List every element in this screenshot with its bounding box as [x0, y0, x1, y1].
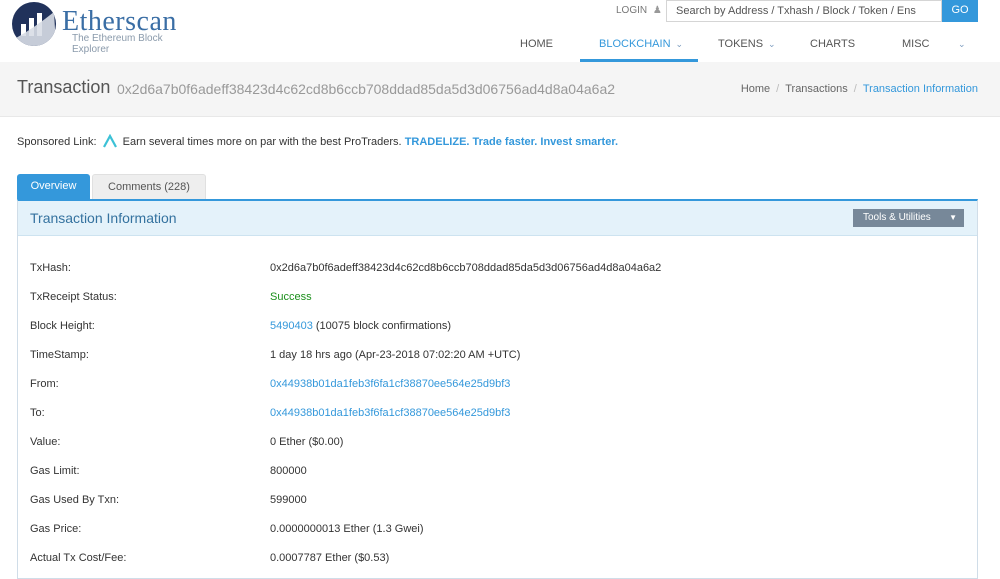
row-status: TxReceipt Status: Success [30, 291, 970, 311]
nav-home[interactable]: HOME [520, 38, 553, 50]
breadcrumb-home[interactable]: Home [741, 83, 770, 95]
from-address-link[interactable]: 0x44938b01da1feb3f6fa1cf38870ee564e25d9b… [270, 378, 510, 390]
nav-tokens[interactable]: TOKENS ⌄ [718, 38, 776, 50]
breadcrumb-current: Transaction Information [862, 83, 978, 95]
logo-subtitle: The Ethereum Block Explorer [72, 33, 163, 55]
nav-tokens-label: TOKENS [718, 38, 764, 50]
row-value-wrap: 5490403 (10075 block confirmations) [270, 320, 451, 332]
row-block-height: Block Height: 5490403 (10075 block confi… [30, 320, 970, 340]
etherscan-logo[interactable]: Etherscan The Ethereum Block Explorer [12, 2, 202, 55]
row-label: To: [30, 407, 45, 419]
sponsored-text: Earn several times more on par with the … [122, 136, 402, 148]
login-link[interactable]: LOGIN ♟ [616, 5, 662, 16]
page-header: Transaction 0x2d6a7b0f6adeff38423d4c62cd… [0, 62, 1000, 117]
row-value: 800000 [270, 465, 307, 477]
row-label: Block Height: [30, 320, 95, 332]
top-navbar: Etherscan The Ethereum Block Explorer LO… [0, 0, 1000, 63]
row-txhash: TxHash: 0x2d6a7b0f6adeff38423d4c62cd8b6c… [30, 262, 970, 282]
row-label: Value: [30, 436, 61, 448]
chevron-down-icon: ⌄ [675, 39, 684, 49]
row-tx-fee: Actual Tx Cost/Fee: 0.0007787 Ether ($0.… [30, 552, 970, 572]
page-title: Transaction [17, 77, 111, 97]
sponsored-label: Sponsored Link: [17, 136, 97, 148]
row-gas-limit: Gas Limit: 800000 [30, 465, 970, 485]
nav-blockchain-label: BLOCKCHAIN [599, 38, 671, 50]
nav-misc-label: MISC [902, 38, 930, 50]
row-gas-price: Gas Price: 0.0000000013 Ether (1.3 Gwei) [30, 523, 970, 543]
to-address-link[interactable]: 0x44938b01da1feb3f6fa1cf38870ee564e25d9b… [270, 407, 510, 419]
row-label: Gas Price: [30, 523, 82, 535]
row-label: TxReceipt Status: [30, 291, 117, 303]
search-go-button[interactable]: GO [942, 0, 978, 22]
row-label: TxHash: [30, 262, 71, 274]
status-value: Success [270, 291, 312, 303]
row-value: Value: 0 Ether ($0.00) [30, 436, 970, 456]
row-label: Gas Limit: [30, 465, 80, 477]
nav-charts-label: CHARTS [810, 38, 856, 50]
row-timestamp: TimeStamp: 1 day 18 hrs ago (Apr-23-2018… [30, 349, 970, 369]
row-label: Gas Used By Txn: [30, 494, 120, 506]
breadcrumb-separator: / [853, 83, 857, 95]
panel-header: Transaction Information Tools & Utilitie… [18, 201, 977, 236]
row-gas-used: Gas Used By Txn: 599000 [30, 494, 970, 514]
tradelize-icon [102, 134, 117, 148]
tools-label: Tools & Utilities [863, 212, 931, 223]
row-value: 0.0007787 Ether ($0.53) [270, 552, 390, 564]
block-link[interactable]: 5490403 [270, 320, 313, 332]
chevron-down-icon[interactable]: ⌄ [958, 38, 966, 50]
nav-blockchain[interactable]: BLOCKCHAIN ⌄ [599, 38, 683, 50]
row-from: From: 0x44938b01da1feb3f6fa1cf38870ee564… [30, 378, 970, 398]
block-confirmations: (10075 block confirmations) [312, 320, 452, 332]
row-label: Actual Tx Cost/Fee: [30, 552, 127, 564]
sponsored-cta-link[interactable]: TRADELIZE. Trade faster. Invest smarter. [405, 136, 618, 148]
row-value: 1 day 18 hrs ago (Apr-23-2018 07:02:20 A… [270, 349, 521, 361]
row-label: From: [30, 378, 59, 390]
page-tx-hash: 0x2d6a7b0f6adeff38423d4c62cd8b6ccb708dda… [117, 81, 616, 97]
tab-overview[interactable]: Overview [17, 174, 90, 199]
breadcrumb: Home / Transactions / Transaction Informatio… [741, 83, 978, 95]
panel-title: Transaction Information [30, 210, 177, 226]
caret-down-icon: ▼ [949, 213, 957, 222]
row-value: 0.0000000013 Ether (1.3 Gwei) [270, 523, 424, 535]
sponsored-link: Sponsored Link: Earn several times more … [17, 134, 618, 148]
row-label: TimeStamp: [30, 349, 89, 361]
nav-home-label: HOME [520, 38, 553, 50]
breadcrumb-separator: / [776, 83, 780, 95]
user-icon: ♟ [652, 5, 662, 16]
row-to: To: 0x44938b01da1feb3f6fa1cf38870ee564e2… [30, 407, 970, 427]
row-value: 0x2d6a7b0f6adeff38423d4c62cd8b6ccb708dda… [270, 262, 662, 274]
chevron-down-icon: ⌄ [768, 39, 776, 49]
nav-charts[interactable]: CHARTS [810, 38, 855, 50]
tools-utilities-dropdown[interactable]: Tools & Utilities ▼ [853, 209, 964, 227]
search-input[interactable]: Search by Address / Txhash / Block / Tok… [666, 0, 942, 22]
logo-icon [12, 2, 56, 46]
login-label: LOGIN [616, 5, 648, 16]
row-value: 0 Ether ($0.00) [270, 436, 344, 448]
tab-comments[interactable]: Comments (228) [92, 174, 206, 199]
nav-misc[interactable]: MISC [902, 38, 930, 50]
breadcrumb-transactions[interactable]: Transactions [785, 83, 848, 95]
row-value: 599000 [270, 494, 307, 506]
